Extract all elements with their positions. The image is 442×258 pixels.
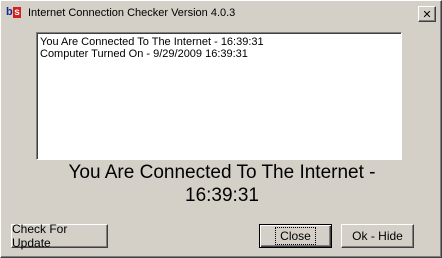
app-logo-letter-s: s [13, 7, 21, 18]
close-button[interactable]: Close [259, 224, 332, 248]
title-bar[interactable]: b s Internet Connection Checker Version … [4, 4, 438, 22]
close-button-label: Close [275, 227, 316, 245]
log-line: Computer Turned On - 9/29/2009 16:39:31 [40, 48, 248, 60]
ok-hide-label: Ok - Hide [352, 229, 403, 243]
window-title: Internet Connection Checker Version 4.0.… [28, 7, 236, 19]
main-window: b s Internet Connection Checker Version … [0, 0, 442, 258]
close-icon: ✕ [422, 7, 432, 21]
event-log-list[interactable]: You Are Connected To The Internet - 16:3… [36, 32, 402, 160]
close-window-button[interactable]: ✕ [418, 6, 436, 22]
app-logo-icon: b s [6, 5, 22, 21]
ok-hide-button[interactable]: Ok - Hide [341, 224, 414, 248]
connection-status-text: You Are Connected To The Internet - 16:3… [1, 161, 442, 207]
check-for-update-button[interactable]: Check For Update [11, 222, 108, 250]
app-logo-letter-b: b [6, 6, 13, 18]
status-line-1: You Are Connected To The Internet - [68, 162, 376, 183]
check-for-update-label: Check For Update [12, 222, 68, 250]
status-line-2: 16:39:31 [185, 185, 259, 206]
log-line: You Are Connected To The Internet - 16:3… [40, 36, 264, 48]
